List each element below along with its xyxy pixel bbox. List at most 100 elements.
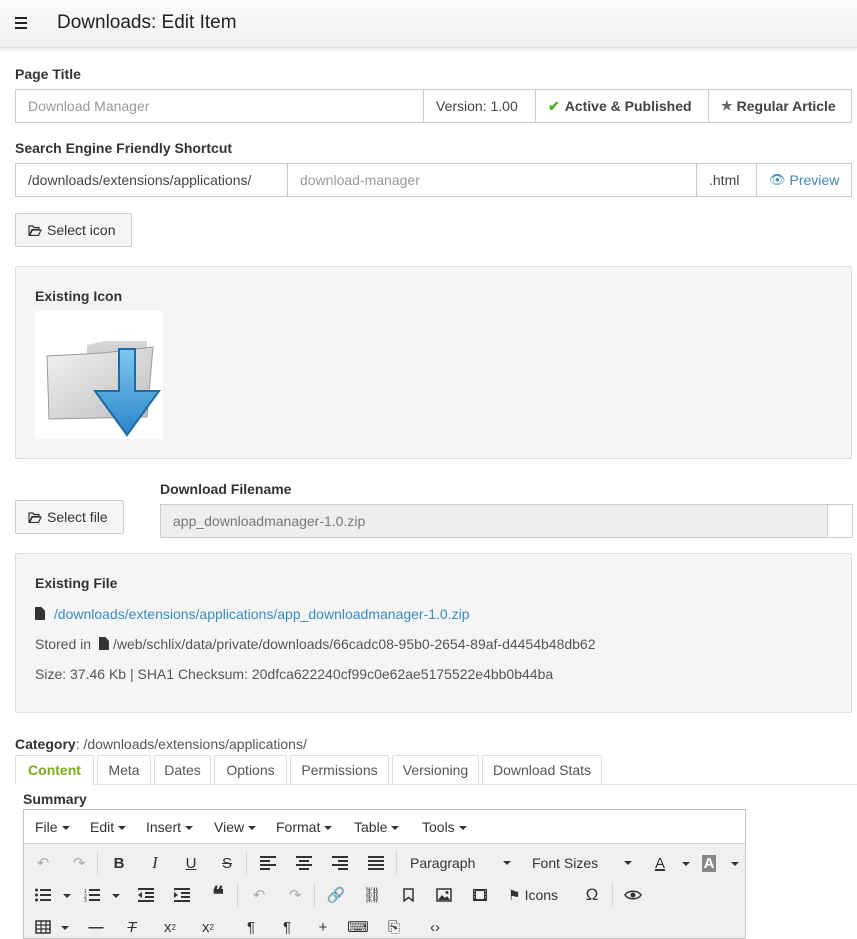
toolbar-separator bbox=[246, 851, 247, 875]
page-header-title: Downloads: Edit Item bbox=[57, 12, 237, 33]
nonbreaking-icon[interactable]: + bbox=[311, 915, 335, 939]
tab-meta[interactable]: Meta bbox=[97, 755, 151, 785]
tab-bar: Content Meta Dates Options Permissions V… bbox=[15, 755, 857, 785]
align-center-icon[interactable] bbox=[292, 851, 316, 875]
stored-path: /web/schlix/data/private/downloads/66cad… bbox=[112, 636, 596, 652]
bullet-list-icon[interactable] bbox=[31, 883, 55, 907]
ltr-icon[interactable]: ¶ bbox=[239, 915, 263, 939]
clear-formatting-icon[interactable]: T bbox=[120, 915, 144, 939]
align-justify-icon[interactable] bbox=[364, 851, 388, 875]
background-color-caret[interactable] bbox=[731, 862, 739, 866]
size-checksum: Size: 37.46 Kb | SHA1 Checksum: 20dfca62… bbox=[35, 666, 554, 682]
outdent-icon[interactable] bbox=[134, 883, 158, 907]
sef-suffix: .html bbox=[696, 163, 757, 197]
star-icon: ★ bbox=[721, 98, 733, 113]
menu-insert[interactable]: Insert bbox=[146, 819, 194, 835]
menu-file[interactable]: File bbox=[35, 819, 70, 835]
sef-label: Search Engine Friendly Shortcut bbox=[15, 140, 233, 156]
numbered-list-icon[interactable]: 123 bbox=[80, 883, 104, 907]
undo-icon[interactable]: ↶ bbox=[31, 851, 55, 875]
category-label: Category bbox=[15, 736, 76, 752]
menu-icon[interactable] bbox=[15, 17, 27, 29]
bookmark-icon[interactable] bbox=[396, 883, 420, 907]
bullet-list-caret[interactable] bbox=[63, 894, 71, 898]
article-type-toggle[interactable]: ★ Regular Article bbox=[708, 89, 852, 123]
align-right-icon[interactable] bbox=[328, 851, 352, 875]
stored-in-prefix: Stored in bbox=[35, 636, 92, 652]
text-color-icon[interactable]: A bbox=[648, 851, 672, 875]
stored-in-row: Stored in /web/schlix/data/private/downl… bbox=[35, 636, 596, 652]
rtl-icon[interactable]: ¶ bbox=[275, 915, 299, 939]
link-icon[interactable]: 🔗 bbox=[324, 883, 348, 907]
undo-icon[interactable]: ↶ bbox=[247, 883, 271, 907]
select-icon-label: Select icon bbox=[47, 222, 116, 238]
article-type-label: Regular Article bbox=[736, 98, 836, 114]
file-link-row: /downloads/extensions/applications/app_d… bbox=[35, 606, 470, 622]
text-color-caret[interactable] bbox=[682, 862, 690, 866]
image-icon[interactable] bbox=[432, 883, 456, 907]
download-icon-image bbox=[35, 311, 163, 439]
select-icon-button[interactable]: Select icon bbox=[15, 213, 132, 247]
horizontal-rule-icon[interactable]: — bbox=[84, 915, 108, 939]
top-bar: Downloads: Edit Item bbox=[0, 0, 857, 48]
menu-view[interactable]: View bbox=[214, 819, 257, 835]
background-color-icon[interactable]: A bbox=[697, 851, 721, 875]
code-icon[interactable]: ‹› bbox=[423, 915, 447, 939]
menu-tools[interactable]: Tools bbox=[422, 819, 467, 835]
page-title-input[interactable]: Download Manager bbox=[15, 89, 424, 123]
tab-options[interactable]: Options bbox=[214, 755, 287, 785]
menu-table[interactable]: Table bbox=[354, 819, 400, 835]
tab-content[interactable]: Content bbox=[15, 755, 94, 785]
file-icon bbox=[35, 607, 45, 620]
subscript-icon[interactable]: x2 bbox=[158, 915, 182, 939]
tab-download-stats[interactable]: Download Stats bbox=[482, 755, 602, 785]
strikethrough-icon[interactable]: S bbox=[215, 851, 239, 875]
existing-file-link[interactable]: /downloads/extensions/applications/app_d… bbox=[54, 606, 470, 622]
table-caret[interactable] bbox=[61, 926, 69, 930]
media-icon[interactable] bbox=[468, 883, 492, 907]
toolbar-separator bbox=[314, 883, 315, 907]
page-title-label: Page Title bbox=[15, 66, 81, 82]
sef-input[interactable]: download-manager bbox=[287, 163, 697, 197]
check-icon: ✔ bbox=[548, 97, 560, 114]
svg-text:3: 3 bbox=[84, 898, 87, 902]
page-break-icon[interactable]: ⎘ bbox=[382, 915, 406, 939]
template-icon[interactable]: ⌨ bbox=[346, 915, 370, 939]
tab-versioning[interactable]: Versioning bbox=[392, 755, 479, 785]
existing-file-panel bbox=[15, 553, 852, 713]
unlink-icon[interactable]: ⛓ bbox=[360, 883, 384, 907]
status-toggle[interactable]: ✔ Active & Published bbox=[535, 89, 709, 123]
select-file-button[interactable]: Select file bbox=[15, 500, 124, 534]
align-left-icon[interactable] bbox=[256, 851, 280, 875]
superscript-icon[interactable]: x2 bbox=[196, 915, 220, 939]
block-format-select[interactable]: Paragraph bbox=[410, 850, 512, 876]
preview-label: Preview bbox=[789, 172, 840, 188]
download-filename-input[interactable]: app_downloadmanager-1.0.zip bbox=[160, 504, 828, 538]
tab-permissions[interactable]: Permissions bbox=[290, 755, 389, 785]
folder-open-icon bbox=[28, 224, 42, 236]
rich-text-editor: File Edit Insert View Format Table Tools… bbox=[23, 809, 746, 939]
menu-format[interactable]: Format bbox=[276, 819, 333, 835]
preview-button[interactable]: 👁 Preview bbox=[756, 163, 852, 197]
menu-edit[interactable]: Edit bbox=[90, 819, 127, 835]
indent-icon[interactable] bbox=[170, 883, 194, 907]
category-row: Category: /downloads/extensions/applicat… bbox=[15, 736, 307, 752]
underline-icon[interactable]: U bbox=[179, 851, 203, 875]
folder-open-icon bbox=[28, 511, 42, 523]
select-file-label: Select file bbox=[47, 509, 108, 525]
italic-icon[interactable]: I bbox=[143, 851, 167, 875]
table-icon[interactable] bbox=[31, 915, 55, 939]
preview-eye-icon[interactable] bbox=[621, 883, 645, 907]
special-character-icon[interactable]: Ω bbox=[580, 883, 604, 907]
toolbar-separator bbox=[612, 883, 613, 907]
eye-icon: 👁 bbox=[769, 172, 786, 187]
font-size-select[interactable]: Font Sizes bbox=[532, 850, 633, 876]
redo-icon[interactable]: ↷ bbox=[67, 851, 91, 875]
numbered-list-caret[interactable] bbox=[112, 894, 120, 898]
tab-dates[interactable]: Dates bbox=[154, 755, 211, 785]
editor-menubar: File Edit Insert View Format Table Tools bbox=[24, 810, 745, 844]
blockquote-icon[interactable]: ❝ bbox=[206, 882, 230, 907]
redo-icon[interactable]: ↷ bbox=[283, 883, 307, 907]
icons-button[interactable]: ⚑ Icons bbox=[508, 886, 558, 904]
bold-icon[interactable]: B bbox=[107, 851, 131, 875]
